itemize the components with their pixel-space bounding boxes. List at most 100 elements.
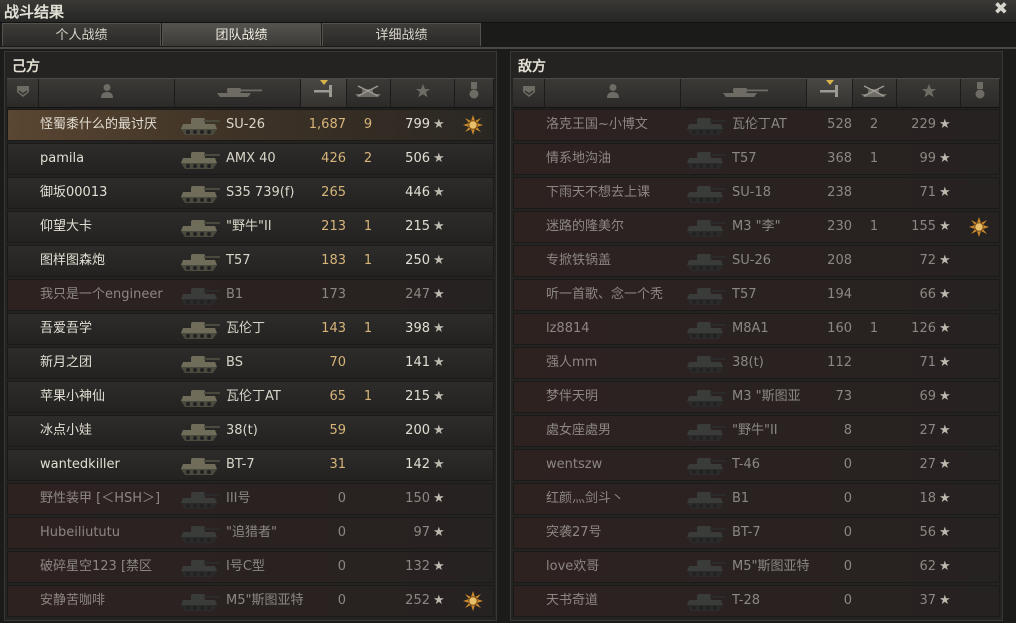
tab-personal[interactable]: 个人战绩 xyxy=(2,23,161,46)
player-row[interactable]: 處女座處男 "野牛"II 8 27 ★ xyxy=(513,415,1000,447)
player-row[interactable]: love欢哥 M5"斯图亚特 0 62 ★ xyxy=(513,551,1000,583)
medal-icon[interactable] xyxy=(969,217,989,237)
tank-icon xyxy=(684,487,728,511)
close-icon[interactable]: ✖ xyxy=(994,0,1008,19)
column-header-star[interactable] xyxy=(391,79,455,107)
column-header-squad[interactable] xyxy=(513,79,545,107)
column-header-star[interactable] xyxy=(897,79,961,107)
damage-value: 230 xyxy=(827,219,852,234)
player-name: 专掀铁锅盖 xyxy=(546,253,612,268)
player-row[interactable]: 下雨天不想去上课 SU-18 238 71 ★ xyxy=(513,177,1000,209)
vehicle-name: M5"斯图亚特 xyxy=(226,593,304,608)
column-header-damage[interactable] xyxy=(807,79,853,107)
player-row[interactable]: 新月之团 BS 70 141 ★ xyxy=(7,347,494,379)
player-name: 我只是一个engineer xyxy=(40,287,163,302)
player-row[interactable]: 野性装甲 [＜HSH＞] III号 0 150 ★ xyxy=(7,483,494,515)
tank-icon xyxy=(684,419,728,443)
vehicle-name: T-46 xyxy=(732,457,760,472)
kills-value: 1 xyxy=(363,219,373,234)
player-row[interactable]: 怪蜀黍什么的最讨厌 SU-26 1,687 9 799 ★ xyxy=(7,109,494,141)
player-row[interactable]: 迷路的隆美尔 M3 "李" 230 1 155 ★ xyxy=(513,211,1000,243)
medal-icon[interactable] xyxy=(463,591,483,611)
vehicle-name: "野牛"II xyxy=(226,219,272,234)
kills-value: 1 xyxy=(363,253,373,268)
player-name: 破碎星空123 [禁区 xyxy=(40,559,153,574)
player-name: 吾爱吾学 xyxy=(40,321,93,336)
experience-value: 126 xyxy=(911,321,936,336)
column-header-vehicle[interactable] xyxy=(681,79,807,107)
star-icon: ★ xyxy=(433,185,445,200)
column-header-damage[interactable] xyxy=(301,79,347,107)
player-row[interactable]: Hubeiliututu "追猎者" 0 97 ★ xyxy=(7,517,494,549)
player-row[interactable]: wentszw T-46 0 27 ★ xyxy=(513,449,1000,481)
player-name: 冰点小娃 xyxy=(40,423,93,438)
kills-value: 1 xyxy=(869,219,879,234)
column-header-vehicle[interactable] xyxy=(175,79,301,107)
player-row[interactable]: lz8814 M8A1 160 1 126 ★ xyxy=(513,313,1000,345)
player-row[interactable]: 专掀铁锅盖 SU-26 208 72 ★ xyxy=(513,245,1000,277)
player-row[interactable]: 安静苦咖啡 M5"斯图亚特 0 252 ★ xyxy=(7,585,494,617)
window-title: 战斗结果 xyxy=(4,3,65,21)
damage-value: 0 xyxy=(337,525,346,540)
tank-icon xyxy=(684,317,728,341)
column-header-medal[interactable] xyxy=(961,79,1000,107)
column-header-medal[interactable] xyxy=(455,79,494,107)
player-row[interactable]: 红颜灬剑斗丶 B1 0 18 ★ xyxy=(513,483,1000,515)
column-header-kills[interactable] xyxy=(347,79,391,107)
player-row[interactable]: 突袭27号 BT-7 0 56 ★ xyxy=(513,517,1000,549)
player-row[interactable]: pamila AMX 40 426 2 506 ★ xyxy=(7,143,494,175)
player-row[interactable]: 御坂00013 S35 739(f) 265 446 ★ xyxy=(7,177,494,209)
player-row[interactable]: 冰点小娃 38(t) 59 200 ★ xyxy=(7,415,494,447)
player-name: 梦伴天明 xyxy=(546,389,599,404)
player-name: 情系地沟油 xyxy=(546,151,612,166)
enemies-list: 洛克王国~小博文 瓦伦丁AT 528 2 229 ★ 情系地沟油 T57 368 1 99 ★ 下雨天不… xyxy=(513,109,1000,619)
star-icon: ★ xyxy=(939,287,951,302)
player-name: wantedkiller xyxy=(40,457,120,472)
vehicle-name: S35 739(f) xyxy=(226,185,295,200)
tank-icon xyxy=(178,147,222,171)
medal-icon[interactable] xyxy=(463,115,483,135)
player-row[interactable]: 天书奇道 T-28 0 37 ★ xyxy=(513,585,1000,617)
experience-value: 215 xyxy=(405,389,430,404)
player-row[interactable]: 苹果小神仙 瓦伦丁AT 65 1 215 ★ xyxy=(7,381,494,413)
star-icon: ★ xyxy=(939,525,951,540)
star-icon: ★ xyxy=(939,321,951,336)
tank-icon xyxy=(178,181,222,205)
star-icon xyxy=(415,83,431,103)
player-row[interactable]: 破碎星空123 [禁区 I号C型 0 132 ★ xyxy=(7,551,494,583)
damage-value: 213 xyxy=(321,219,346,234)
star-icon: ★ xyxy=(939,593,951,608)
player-row[interactable]: 我只是一个engineer B1 173 247 ★ xyxy=(7,279,494,311)
player-row[interactable]: 仰望大卡 "野牛"II 213 1 215 ★ xyxy=(7,211,494,243)
player-name: 强人mm xyxy=(546,355,598,370)
player-row[interactable]: 图样图森炮 T57 183 1 250 ★ xyxy=(7,245,494,277)
player-row[interactable]: 吾爱吾学 瓦伦丁 143 1 398 ★ xyxy=(7,313,494,345)
player-name: lz8814 xyxy=(546,321,590,336)
tank-icon xyxy=(684,249,728,273)
allies-panel: 己方 怪蜀黍什么的最讨厌 SU-26 1,687 9 799 ★ pamila AMX 40 4… xyxy=(4,51,497,621)
tank-icon xyxy=(684,453,728,477)
tab-team[interactable]: 团队战绩 xyxy=(162,23,321,46)
experience-value: 142 xyxy=(405,457,430,472)
experience-value: 99 xyxy=(919,151,936,166)
experience-value: 18 xyxy=(919,491,936,506)
column-header-kills[interactable] xyxy=(853,79,897,107)
column-header-player[interactable] xyxy=(545,79,681,107)
player-row[interactable]: 强人mm 38(t) 112 71 ★ xyxy=(513,347,1000,379)
column-header-player[interactable] xyxy=(39,79,175,107)
vehicle-name: I号C型 xyxy=(226,559,265,574)
player-row[interactable]: 梦伴天明 M3 "斯图亚 73 69 ★ xyxy=(513,381,1000,413)
player-row[interactable]: 听一首歌、念一个秃 T57 194 66 ★ xyxy=(513,279,1000,311)
damage-value: 0 xyxy=(337,593,346,608)
column-header-squad[interactable] xyxy=(7,79,39,107)
experience-value: 446 xyxy=(405,185,430,200)
player-row[interactable]: 情系地沟油 T57 368 1 99 ★ xyxy=(513,143,1000,175)
experience-value: 506 xyxy=(405,151,430,166)
tab-details[interactable]: 详细战绩 xyxy=(322,23,481,46)
player-name: 處女座處男 xyxy=(546,423,612,438)
star-icon: ★ xyxy=(433,321,445,336)
player-row[interactable]: 洛克王国~小博文 瓦伦丁AT 528 2 229 ★ xyxy=(513,109,1000,141)
player-row[interactable]: wantedkiller BT-7 31 142 ★ xyxy=(7,449,494,481)
star-icon: ★ xyxy=(939,457,951,472)
damage-value: 0 xyxy=(843,593,852,608)
